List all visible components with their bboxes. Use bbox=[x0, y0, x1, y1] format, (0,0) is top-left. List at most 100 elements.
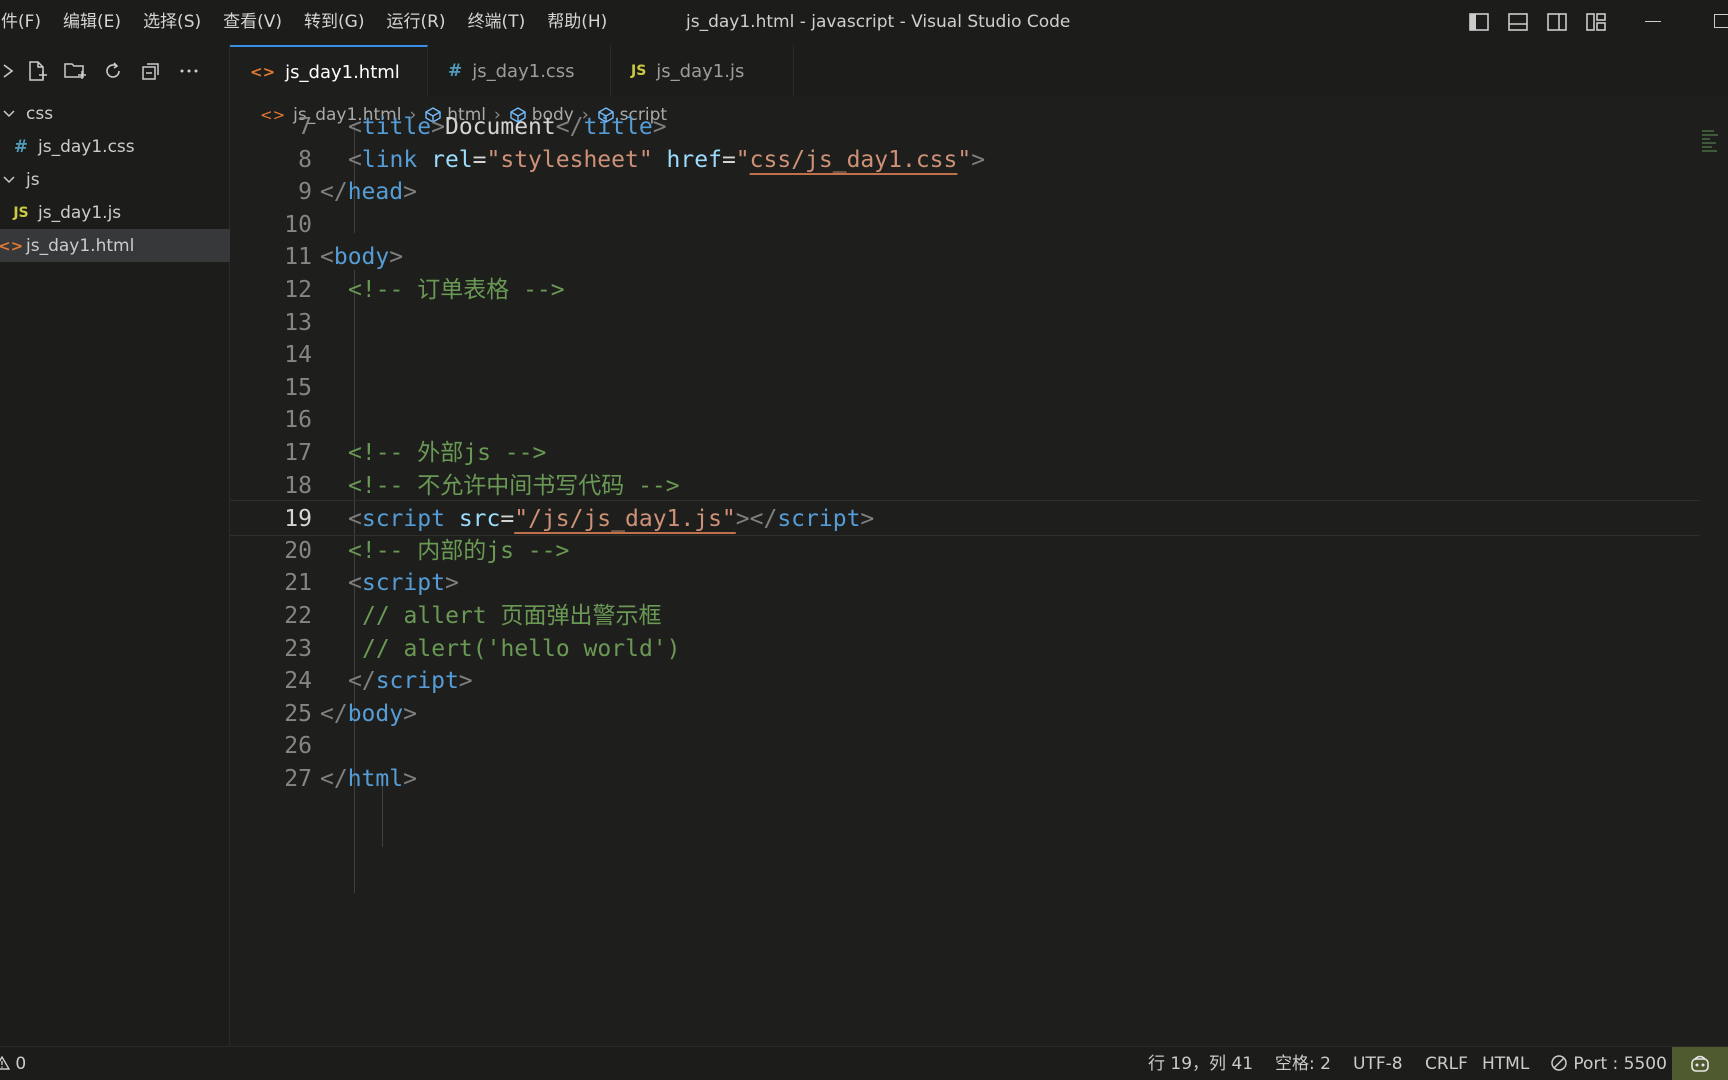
code-token: > bbox=[389, 244, 404, 271]
line-number: 8 bbox=[298, 146, 312, 173]
collapse-folders-icon[interactable] bbox=[132, 56, 170, 86]
chevron-down-icon bbox=[3, 109, 15, 117]
tree-item-label: js_day1.css bbox=[38, 136, 135, 157]
problems-indicator[interactable]: 0 bbox=[0, 1047, 26, 1080]
menu-run[interactable]: 运行(R) bbox=[375, 0, 456, 45]
live-server-port[interactable]: Port : 5500 bbox=[1550, 1047, 1667, 1080]
menu-selection[interactable]: 选择(S) bbox=[132, 0, 212, 45]
code-token: rel bbox=[431, 146, 473, 173]
code-token: // alert('hello world') bbox=[362, 635, 681, 662]
minimize-icon[interactable] bbox=[1645, 21, 1661, 22]
css-file-icon: # bbox=[448, 61, 463, 81]
line-number: 21 bbox=[284, 570, 312, 597]
code-line[interactable]: 20 <!-- 内部的js --> bbox=[230, 533, 1700, 569]
code-line[interactable]: 26 bbox=[230, 728, 1700, 764]
menu-edit[interactable]: 编辑(E) bbox=[52, 0, 132, 45]
code-line[interactable]: 10 bbox=[230, 207, 1700, 243]
code-line[interactable]: 9 </head> bbox=[230, 174, 1700, 210]
code-line[interactable]: 21 <script> bbox=[230, 565, 1700, 601]
line-number: 17 bbox=[284, 440, 312, 466]
tree-file-js[interactable]: JS js_day1.js bbox=[0, 196, 230, 229]
code-token: script bbox=[375, 668, 459, 695]
tree-item-label: js_day1.html bbox=[26, 235, 135, 256]
code-line[interactable]: 8 <link rel="stylesheet" href="css/js_day… bbox=[230, 142, 1700, 178]
code-line[interactable]: 7 <title>Document</title> bbox=[230, 109, 1700, 145]
tree-file-css[interactable]: # js_day1.css bbox=[0, 130, 230, 163]
code-token: title bbox=[583, 114, 653, 140]
code-text: </head> bbox=[320, 174, 417, 210]
block-icon bbox=[1551, 1055, 1567, 1071]
code-line[interactable]: 13 bbox=[230, 305, 1700, 341]
customize-layout-icon[interactable] bbox=[1585, 11, 1607, 33]
maximize-icon[interactable] bbox=[1714, 14, 1728, 28]
tab-js-day1-css[interactable]: # js_day1.css bbox=[428, 45, 611, 97]
tree-file-html[interactable]: <> js_day1.html bbox=[0, 229, 230, 262]
tab-js-day1-html[interactable]: <> js_day1.html bbox=[230, 45, 428, 97]
cursor-position[interactable]: 行 19，列 41 bbox=[1148, 1047, 1253, 1080]
menu-help[interactable]: 帮助(H) bbox=[536, 0, 618, 45]
html-file-icon: <> bbox=[250, 63, 276, 81]
code-token: script bbox=[361, 570, 445, 597]
code-token: > bbox=[403, 700, 417, 727]
tree-folder-js[interactable]: js bbox=[0, 163, 230, 196]
code-token: < bbox=[348, 506, 362, 533]
code-token: <!-- 内部的js --> bbox=[348, 537, 570, 564]
port-label: Port : 5500 bbox=[1573, 1054, 1667, 1074]
tree-item-label: js_day1.js bbox=[38, 202, 122, 223]
code-line[interactable]: 24 </script> bbox=[230, 663, 1700, 699]
code-line[interactable]: 14 bbox=[230, 337, 1700, 373]
tree-item-label: css bbox=[26, 103, 54, 124]
code-line[interactable]: 15 bbox=[230, 370, 1700, 406]
toggle-panel-icon[interactable] bbox=[1507, 11, 1529, 33]
code-line[interactable]: 18 <!-- 不允许中间书写代码 --> bbox=[230, 468, 1700, 504]
toggle-secondary-sidebar-icon[interactable] bbox=[1546, 11, 1568, 33]
indentation[interactable]: 空格: 2 bbox=[1275, 1047, 1331, 1080]
code-line[interactable]: 19 <script src="/js/js_day1.js"></script> bbox=[230, 500, 1700, 537]
menu-go[interactable]: 转到(G) bbox=[293, 0, 375, 45]
more-actions-icon[interactable] bbox=[170, 56, 208, 86]
menu-bar: 件(F) 编辑(E) 选择(S) 查看(V) 转到(G) 运行(R) 终端(T)… bbox=[0, 0, 618, 45]
title-bar: 件(F) 编辑(E) 选择(S) 查看(V) 转到(G) 运行(R) 终端(T)… bbox=[0, 0, 1728, 45]
toggle-primary-sidebar-icon[interactable] bbox=[1468, 11, 1490, 33]
explorer-toolbar bbox=[0, 45, 229, 97]
encoding[interactable]: UTF-8 bbox=[1353, 1047, 1403, 1080]
explorer-logo-icon bbox=[0, 56, 18, 86]
line-number: 18 bbox=[284, 472, 312, 499]
code-token: " bbox=[735, 146, 750, 173]
problems-count: 0 bbox=[15, 1054, 27, 1074]
minimap[interactable] bbox=[1702, 130, 1718, 180]
code-editor[interactable]: 7 <title>Document</title> 8 <link rel="styl… bbox=[230, 114, 1700, 1046]
language-mode[interactable]: HTML bbox=[1482, 1047, 1529, 1080]
menu-view[interactable]: 查看(V) bbox=[212, 0, 293, 45]
code-token: > bbox=[403, 766, 417, 792]
code-line[interactable]: 27 </html> bbox=[230, 761, 1700, 797]
code-line[interactable]: 16 bbox=[230, 402, 1700, 438]
copilot-icon[interactable] bbox=[1672, 1047, 1728, 1080]
menu-file[interactable]: 件(F) bbox=[0, 0, 52, 45]
code-token: = bbox=[721, 146, 736, 173]
line-ending[interactable]: CRLF bbox=[1425, 1047, 1468, 1080]
code-line[interactable]: 12 <!-- 订单表格 --> bbox=[230, 272, 1700, 308]
code-token: > bbox=[458, 668, 473, 695]
code-token: css/js_day1.css bbox=[749, 146, 958, 173]
tab-js-day1-js[interactable]: JS js_day1.js bbox=[611, 45, 794, 97]
new-folder-icon[interactable] bbox=[56, 56, 94, 86]
new-file-icon[interactable] bbox=[18, 56, 56, 86]
code-text: </body> bbox=[320, 696, 417, 732]
code-line[interactable]: 25 </body> bbox=[230, 696, 1700, 732]
line-number: 10 bbox=[284, 211, 312, 238]
editor-tabs: <> js_day1.html # js_day1.css JS js_day1… bbox=[230, 45, 1728, 97]
code-text: <body> bbox=[320, 239, 403, 275]
code-text: // alert('hello world') bbox=[362, 631, 681, 667]
code-line[interactable]: 11 <body> bbox=[230, 239, 1700, 275]
refresh-icon[interactable] bbox=[94, 56, 132, 86]
code-token: > bbox=[403, 179, 417, 206]
code-token: </ bbox=[348, 668, 376, 695]
code-line[interactable]: 23 // alert('hello world') bbox=[230, 631, 1700, 667]
menu-terminal[interactable]: 终端(T) bbox=[457, 0, 537, 45]
code-line[interactable]: 22 // allert 页面弹出警示框 bbox=[230, 598, 1700, 634]
code-line[interactable]: 17 <!-- 外部js --> bbox=[230, 435, 1700, 471]
tab-label: js_day1.html bbox=[285, 61, 400, 83]
tree-folder-css[interactable]: css bbox=[0, 97, 230, 130]
